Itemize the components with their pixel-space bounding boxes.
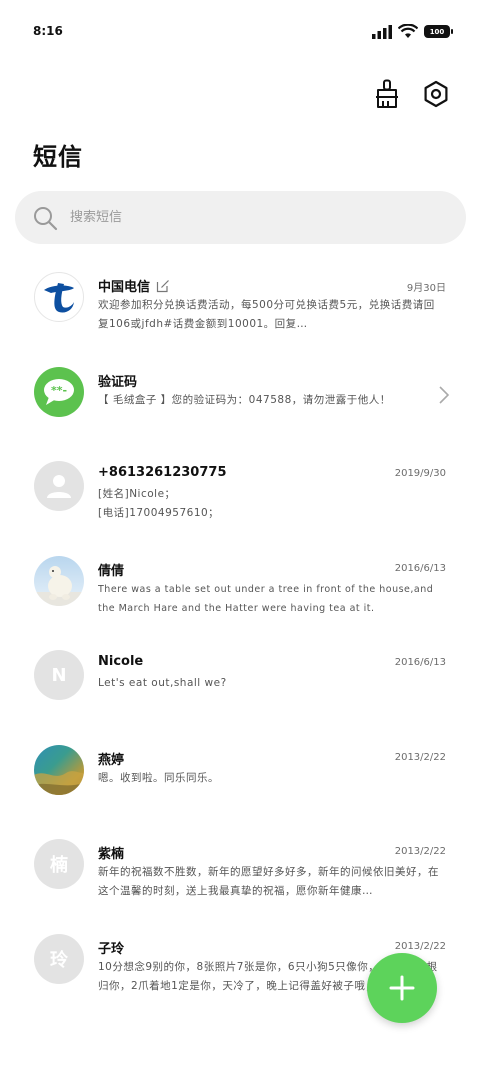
avatar-letter: 玲 — [50, 949, 68, 971]
avatar — [34, 272, 84, 322]
search-icon — [34, 206, 58, 230]
gear-icon — [424, 80, 448, 108]
edit-icon[interactable] — [156, 279, 170, 293]
search-bar[interactable] — [15, 191, 466, 244]
wifi-icon — [398, 24, 418, 38]
signal-icon — [372, 24, 392, 39]
contact-name: Nicole — [98, 654, 144, 669]
message-preview: [姓名]Nicole； [电话]17004957610； — [98, 488, 220, 519]
avatar-letter: 楠 — [50, 855, 68, 876]
china-telecom-logo — [44, 283, 74, 313]
contact-name: +8613261230775 — [98, 465, 227, 480]
avatar: 楠 — [34, 839, 84, 889]
avatar: 玲 — [34, 933, 84, 984]
contact-name: 紫楠 — [98, 847, 125, 862]
chevron-right-icon[interactable] — [438, 385, 450, 405]
avatar — [34, 744, 84, 795]
landscape-photo — [34, 770, 84, 795]
sms-bubble-icon: **- — [44, 378, 74, 405]
contact-name: 验证码 — [98, 374, 138, 390]
list-item[interactable]: 中国电信 9月30日 欢迎参加积分兑换话费活动，每500分可兑换话费5元，兑换话… — [0, 256, 480, 351]
list-item[interactable]: +8613261230775 2019/9/30 [姓名]Nicole； [电话… — [0, 445, 480, 540]
message-date: 9月30日 — [406, 283, 446, 294]
contact-name: 燕婷 — [98, 752, 125, 768]
status-icons: 100 — [372, 24, 453, 39]
contact-name-row: 紫楠 — [98, 843, 124, 862]
battery-icon: 100 — [424, 25, 453, 38]
new-message-button[interactable] — [367, 953, 437, 1023]
contact-name: 中国电信 — [98, 280, 151, 295]
message-date: 2013/2/22 — [394, 940, 446, 952]
avatar-letter: N — [51, 664, 67, 686]
message-list: 中国电信 9月30日 欢迎参加积分兑换话费活动，每500分可兑换话费5元，兑换话… — [0, 256, 480, 1012]
list-item[interactable]: 楠 紫楠 2013/2/22 新年的祝福数不胜数，新年的愿望好多好多，新年的问候… — [0, 823, 480, 918]
message-preview: There was a table set out under a tree i… — [98, 583, 434, 614]
contact-name: 倩倩 — [98, 563, 125, 579]
avatar — [34, 555, 84, 606]
plus-icon — [389, 975, 415, 1001]
message-preview: 嗯。收到啦。同乐同乐。 — [98, 771, 219, 784]
message-preview: 欢迎参加积分兑换话费活动，每500分可兑换话费5元，兑换话费请回复106或jfd… — [98, 299, 435, 330]
message-date: 2013/2/22 — [394, 751, 446, 763]
contact-name-row: +8613261230775 — [98, 465, 226, 480]
svg-text:**-: **- — [51, 384, 67, 397]
message-date: 2013/2/22 — [394, 846, 446, 857]
polar-bear-photo — [34, 565, 84, 606]
contact-name-row: 验证码 — [98, 371, 137, 390]
avatar — [34, 461, 84, 511]
person-icon — [47, 475, 71, 498]
settings-button[interactable] — [420, 78, 452, 110]
list-item[interactable]: **- 验证码 【 毛绒盒子 】您的验证码为：047588，请勿泄露于他人！ — [0, 351, 480, 446]
avatar: N — [34, 650, 84, 700]
contact-name-row: 中国电信 — [98, 276, 170, 295]
message-preview: 新年的祝福数不胜数，新年的愿望好多好多，新年的问候依旧美好，在这个温馨的时刻，送… — [98, 866, 439, 897]
message-date: 2016/6/13 — [394, 562, 446, 574]
contact-name-row: 燕婷 — [98, 749, 124, 768]
contact-name-row: 子玲 — [98, 938, 124, 957]
contact-name: 子玲 — [98, 941, 125, 957]
message-date: 2016/6/13 — [394, 657, 446, 668]
contact-name-row: Nicole — [98, 654, 143, 669]
contact-name-row: 倩倩 — [98, 560, 124, 579]
broom-icon — [376, 79, 398, 108]
list-item[interactable]: N Nicole 2016/6/13 Let's eat out,shall w… — [0, 634, 480, 729]
status-time: 8:16 — [33, 24, 63, 38]
avatar: **- — [34, 366, 84, 417]
top-actions — [372, 78, 452, 110]
list-item[interactable]: 倩倩 2016/6/13 There was a table set out u… — [0, 540, 480, 635]
clean-button[interactable] — [372, 78, 404, 110]
page-title: 短信 — [33, 143, 83, 171]
message-preview: 【 毛绒盒子 】您的验证码为：047588，请勿泄露于他人！ — [98, 393, 391, 406]
message-preview: Let's eat out,shall we? — [98, 677, 227, 689]
list-item[interactable]: 燕婷 2013/2/22 嗯。收到啦。同乐同乐。 — [0, 729, 480, 824]
search-input[interactable] — [68, 209, 432, 226]
status-bar: 8:16 100 — [0, 0, 480, 64]
message-date: 2019/9/30 — [394, 468, 446, 479]
